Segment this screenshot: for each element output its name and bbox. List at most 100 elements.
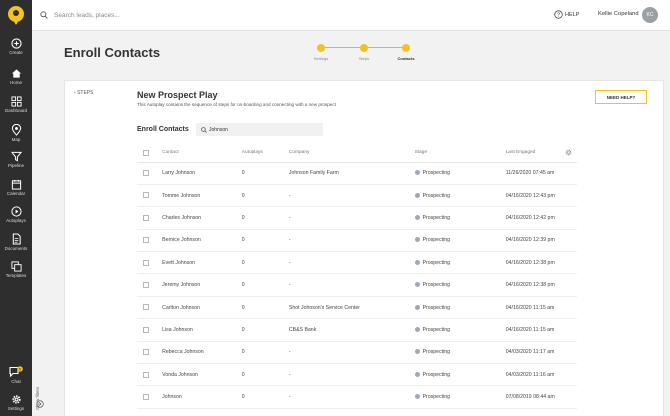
cell-company: -: [288, 184, 415, 208]
table-row[interactable]: Rebecca Johnson 0- Prospecting 04/03/2020 1…: [137, 341, 577, 365]
row-checkbox[interactable]: [143, 371, 149, 378]
user-name[interactable]: Kellie Copeland: [598, 11, 639, 17]
step-contacts-dot[interactable]: [402, 44, 410, 55]
row-checkbox[interactable]: [143, 214, 149, 221]
sidebar-item-label: Templates: [5, 273, 27, 278]
step-settings-dot[interactable]: [317, 44, 325, 56]
row-checkbox[interactable]: [143, 170, 149, 176]
sidebar: Create Home Dashboard Map Pipeline Calen…: [0, 0, 32, 416]
need-help-button[interactable]: NEED HELP?: [595, 90, 647, 104]
cell-last-engaged: 04/16/2020 12:42 pm: [505, 206, 577, 230]
sidebar-item-chat[interactable]: 5 Chat: [0, 366, 32, 384]
column-header-autoplays[interactable]: Autoplays: [241, 144, 289, 163]
cell-contact[interactable]: Bernice Johnson: [162, 229, 242, 253]
stage-label: Prospecting: [422, 237, 450, 244]
step-label-steps: Steps: [358, 56, 370, 61]
table-row[interactable]: Johnson 0- Prospecting 07/08/2019 08:44 am: [137, 385, 577, 409]
stage-label: Prospecting: [422, 259, 450, 266]
cell-autoplays: 0: [241, 273, 289, 297]
cell-last-engaged: 11/26/2020 07:45 am: [505, 162, 577, 185]
sidebar-item-settings[interactable]: Settings: [0, 394, 32, 411]
cell-contact[interactable]: Lisa Johnson: [162, 318, 242, 342]
row-checkbox[interactable]: [143, 281, 149, 288]
show-filters-toggle[interactable]: Show filters: [35, 387, 40, 410]
row-checkbox[interactable]: [143, 304, 149, 311]
table-row[interactable]: Charles Johnson 0- Prospecting 04/16/2020 1…: [137, 206, 577, 230]
brand-logo-icon[interactable]: [6, 5, 26, 25]
cell-contact[interactable]: Evett Johnson: [162, 251, 242, 275]
step-label-contacts: Contacts: [397, 56, 415, 61]
sidebar-item-pipeline[interactable]: Pipeline: [0, 151, 32, 168]
cell-contact[interactable]: Jeremy Johnson: [162, 273, 242, 297]
table-row[interactable]: Bernice Johnson 0- Prospecting 04/16/2020 1…: [137, 229, 577, 253]
stage-status-dot: [414, 170, 420, 176]
cell-contact[interactable]: Johnson: [162, 385, 242, 409]
row-checkbox[interactable]: [143, 237, 149, 244]
sidebar-item-label: Create: [9, 50, 23, 55]
stage-label: Prospecting: [422, 192, 450, 199]
cell-contact[interactable]: Charles Johnson: [162, 206, 242, 230]
plus-circle-icon: [10, 38, 22, 49]
table-row[interactable]: Jeremy Johnson 0- Prospecting 04/16/2020 12…: [137, 273, 577, 297]
cell-stage: Prospecting: [414, 184, 506, 208]
enroll-stepper: Settings Steps Contacts: [310, 42, 418, 64]
cell-stage: Prospecting: [414, 206, 506, 230]
row-select-cell: [137, 273, 163, 297]
select-all-checkbox[interactable]: [143, 149, 149, 156]
sidebar-item-templates[interactable]: Templates: [0, 261, 32, 278]
row-select-cell: [137, 229, 163, 253]
cell-stage: Prospecting: [414, 296, 506, 320]
contact-search-input[interactable]: [209, 123, 319, 136]
cell-contact[interactable]: Carlton Johnson: [162, 296, 242, 320]
column-header-stage[interactable]: Stage: [414, 144, 506, 163]
chat-icon: 5: [9, 366, 23, 378]
cell-contact[interactable]: Tomme Johnson: [162, 184, 242, 208]
step-steps-dot[interactable]: [360, 44, 368, 56]
help-button[interactable]: ? HELP: [554, 10, 579, 19]
table-row[interactable]: Larry Johnson 0 Johnson Family Farm Prospec…: [137, 162, 577, 185]
autoplay-title: New Prospect Play: [137, 90, 218, 100]
row-checkbox[interactable]: [143, 326, 149, 333]
stage-label: Prospecting: [422, 170, 450, 177]
stage-label: Prospecting: [422, 394, 450, 401]
sidebar-item-map[interactable]: Map: [0, 124, 32, 142]
row-checkbox[interactable]: [143, 192, 149, 199]
enroll-contacts-label: Enroll Contacts: [137, 126, 189, 133]
avatar[interactable]: KC: [642, 7, 658, 23]
cell-contact[interactable]: Larry Johnson: [162, 162, 242, 185]
cell-stage: Prospecting: [414, 385, 506, 409]
row-checkbox[interactable]: [143, 349, 149, 356]
sidebar-item-documents[interactable]: Documents: [0, 233, 32, 251]
contacts-table: Contact Autoplays Company Stage Last Eng…: [137, 144, 577, 409]
back-to-steps-link[interactable]: ‹ STEPS: [74, 90, 93, 96]
cell-last-engaged: 04/03/2020 11:16 am: [505, 363, 577, 387]
table-row[interactable]: Carlton Johnson 0 Shot Johnson's Service C…: [137, 296, 577, 320]
table-row[interactable]: Lisa Johnson 0 CB&S Bank Prospecting 04/16/2…: [137, 318, 577, 342]
sidebar-item-home[interactable]: Home: [0, 68, 32, 85]
sidebar-item-autoplays[interactable]: Autoplays: [0, 206, 32, 223]
table-row[interactable]: Tomme Johnson 0- Prospecting 04/16/2020 12:…: [137, 184, 577, 208]
stage-status-dot: [414, 394, 420, 400]
sidebar-item-label: Autoplays: [6, 218, 26, 223]
cell-autoplays: 0: [241, 206, 289, 230]
sidebar-item-dashboard[interactable]: Dashboard: [0, 96, 32, 113]
cell-stage: Prospecting: [414, 162, 506, 185]
contact-search-box[interactable]: [196, 123, 323, 136]
sidebar-item-label: Home: [9, 80, 22, 85]
sidebar-item-calendar[interactable]: Calendar: [0, 179, 32, 196]
cell-contact[interactable]: Rebecca Johnson: [162, 341, 242, 365]
table-row[interactable]: Evett Johnson 0- Prospecting 04/16/2020 12:…: [137, 251, 577, 275]
cell-contact[interactable]: Vonda Johnson: [162, 363, 242, 387]
stage-status-dot: [414, 349, 420, 355]
column-header-company[interactable]: Company: [288, 144, 415, 163]
question-circle-icon: ?: [554, 10, 563, 19]
dashboard-grid-icon: [10, 96, 22, 107]
column-header-last-engaged[interactable]: Last Engaged: [505, 144, 577, 163]
row-checkbox[interactable]: [143, 259, 149, 266]
global-search-input[interactable]: [54, 9, 314, 21]
sidebar-item-create[interactable]: Create: [0, 38, 32, 55]
select-all-cell: [137, 144, 163, 163]
row-checkbox[interactable]: [143, 393, 149, 400]
column-header-contact[interactable]: Contact: [162, 144, 242, 163]
table-row[interactable]: Vonda Johnson 0- Prospecting 04/03/2020 11:…: [137, 363, 577, 387]
